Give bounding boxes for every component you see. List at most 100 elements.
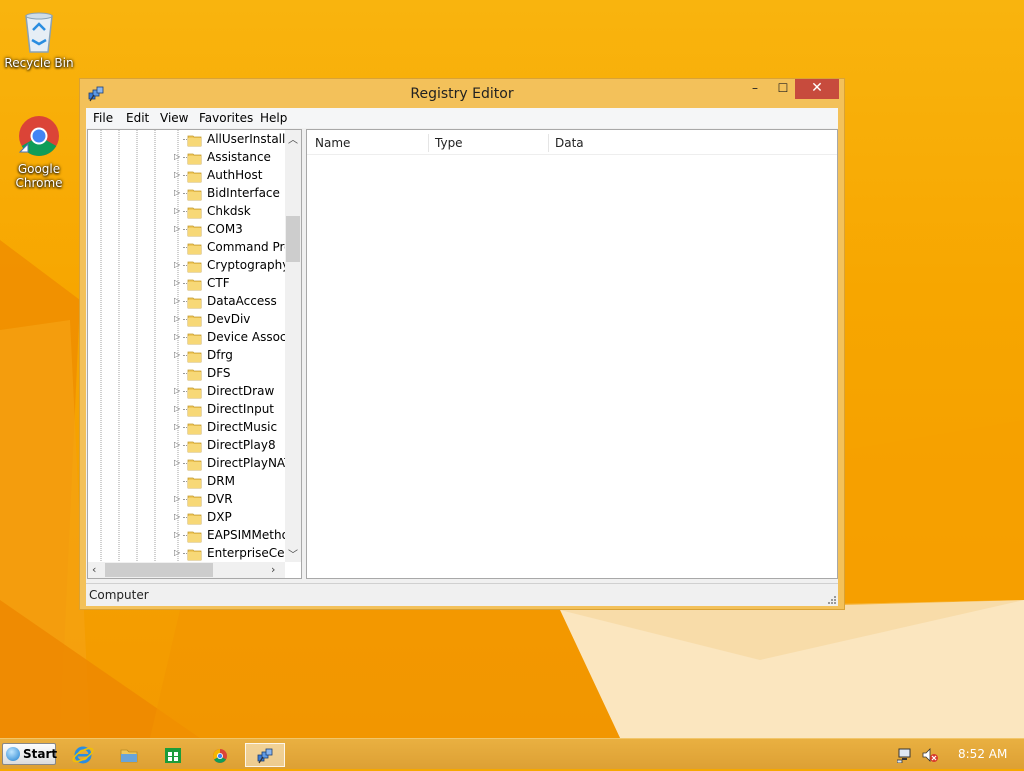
tree-item[interactable]: ▷ Device Associa [88,329,288,347]
tree-item[interactable]: ▷ Dfrg [88,347,288,365]
folder-icon [187,151,203,165]
column-header-type[interactable]: Type [435,136,463,150]
expand-arrow-icon[interactable]: ▷ [174,170,180,179]
scroll-right-arrow-icon[interactable]: › [271,563,275,576]
expand-arrow-icon[interactable]: ▷ [174,512,180,521]
tree-item[interactable]: ▷ DXP [88,509,288,527]
registry-tree-pane[interactable]: AllUserInstallA ▷ Assistance ▷ AuthHost ▷ B… [87,129,302,579]
taskbar-chrome[interactable] [200,743,240,767]
tree-item[interactable]: AllUserInstallA [88,131,288,149]
tree-item[interactable]: ▷ EAPSIMMetho [88,527,288,545]
folder-icon [187,403,203,417]
expand-arrow-icon[interactable]: ▷ [174,350,180,359]
tree-item[interactable]: ▷ DirectPlayNAT [88,455,288,473]
system-clock[interactable]: 8:52 AM [958,747,1007,761]
tree-item-label: Cryptography [207,258,287,272]
close-button[interactable]: ✕ [795,79,839,99]
tree-item[interactable]: DRM [88,473,288,491]
expand-arrow-icon[interactable]: ▷ [174,296,180,305]
tree-item[interactable]: ▷ CTF [88,275,288,293]
expand-arrow-icon[interactable]: ▷ [174,530,180,539]
tree-item[interactable]: ▷ EnterpriseCerti [88,545,288,563]
tree-vertical-scrollbar[interactable]: ︿ ﹀ [285,130,301,562]
tree-item[interactable]: ▷ DataAccess [88,293,288,311]
tree-item[interactable]: ▷ AuthHost [88,167,288,185]
maximize-button[interactable]: ☐ [769,79,797,99]
tree-item-label: DirectPlay8 [207,438,276,452]
expand-arrow-icon[interactable]: ▷ [174,206,180,215]
taskbar-store[interactable] [153,743,193,767]
tree-item-label: EnterpriseCerti [207,546,287,560]
scrollbar-thumb[interactable] [286,216,300,262]
menu-help[interactable]: Help [260,111,287,125]
folder-icon [187,547,203,561]
taskbar-internet-explorer[interactable] [63,743,103,767]
tree-item[interactable]: ▷ DirectDraw [88,383,288,401]
expand-arrow-icon[interactable]: ▷ [174,314,180,323]
scrollbar-thumb[interactable] [105,563,213,577]
folder-icon [187,259,203,273]
menu-edit[interactable]: Edit [126,111,149,125]
scroll-left-arrow-icon[interactable]: ‹ [92,563,96,576]
chrome-icon [213,749,227,763]
column-header-name[interactable]: Name [315,136,350,150]
start-button[interactable]: Start [2,743,57,765]
tree-item[interactable]: ▷ Chkdsk [88,203,288,221]
tree-item[interactable]: ▷ BidInterface [88,185,288,203]
expand-arrow-icon[interactable]: ▷ [174,458,180,467]
tree-item[interactable]: DFS [88,365,288,383]
column-divider[interactable] [548,134,549,152]
taskbar-registry-editor[interactable] [245,743,285,767]
window-client-area: File Edit View Favorites Help AllUserIns… [86,108,838,606]
tree-item[interactable]: ▷ DirectInput [88,401,288,419]
column-header-data[interactable]: Data [555,136,584,150]
expand-arrow-icon[interactable]: ▷ [174,188,180,197]
registry-values-pane[interactable]: Name Type Data [306,129,838,579]
expand-arrow-icon[interactable]: ▷ [174,224,180,233]
volume-muted-icon[interactable] [922,747,938,763]
tree-item[interactable]: ▷ COM3 [88,221,288,239]
scroll-up-arrow-icon[interactable]: ︿ [285,131,301,146]
expand-arrow-icon[interactable]: ▷ [174,494,180,503]
expand-arrow-icon[interactable]: ▷ [174,422,180,431]
network-icon[interactable] [897,747,913,763]
column-divider[interactable] [428,134,429,152]
tree-item-label: Dfrg [207,348,233,362]
menu-file[interactable]: File [93,111,113,125]
title-bar[interactable]: Registry Editor – ☐ ✕ [80,79,844,108]
menu-view[interactable]: View [160,111,188,125]
desktop-icon-google-chrome[interactable]: Google Chrome [1,112,77,190]
folder-icon [187,421,203,435]
folder-icon [187,169,203,183]
tree-item-label: DataAccess [207,294,277,308]
menu-favorites[interactable]: Favorites [199,111,253,125]
expand-arrow-icon[interactable]: ▷ [174,332,180,341]
tree-item[interactable]: ▷ DirectMusic [88,419,288,437]
expand-arrow-icon[interactable]: ▷ [174,278,180,287]
store-icon [165,748,181,763]
expand-arrow-icon[interactable]: ▷ [174,386,180,395]
resize-grip-icon[interactable] [826,594,836,604]
tree-item-label: Device Associa [207,330,287,344]
scroll-down-arrow-icon[interactable]: ﹀ [285,546,301,561]
expand-arrow-icon[interactable]: ▷ [174,260,180,269]
folder-icon [187,457,203,471]
folder-icon [187,313,203,327]
taskbar-file-explorer[interactable] [108,743,148,767]
expand-arrow-icon[interactable]: ▷ [174,548,180,557]
tree-horizontal-scrollbar[interactable]: ‹ › [88,562,285,578]
folder-icon [187,241,203,255]
expand-arrow-icon[interactable]: ▷ [174,404,180,413]
expand-arrow-icon[interactable]: ▷ [174,152,180,161]
tree-item[interactable]: ▷ DVR [88,491,288,509]
tree-item[interactable]: ▷ DevDiv [88,311,288,329]
tree-item[interactable]: Command Pro [88,239,288,257]
minimize-button[interactable]: – [741,79,769,99]
desktop-icon-label: Recycle Bin [4,56,74,70]
tree-item[interactable]: ▷ DirectPlay8 [88,437,288,455]
desktop-icon-recycle-bin[interactable]: Recycle Bin [1,6,77,70]
tree-item-label: DirectMusic [207,420,278,434]
tree-item[interactable]: ▷ Assistance [88,149,288,167]
tree-item[interactable]: ▷ Cryptography [88,257,288,275]
expand-arrow-icon[interactable]: ▷ [174,440,180,449]
